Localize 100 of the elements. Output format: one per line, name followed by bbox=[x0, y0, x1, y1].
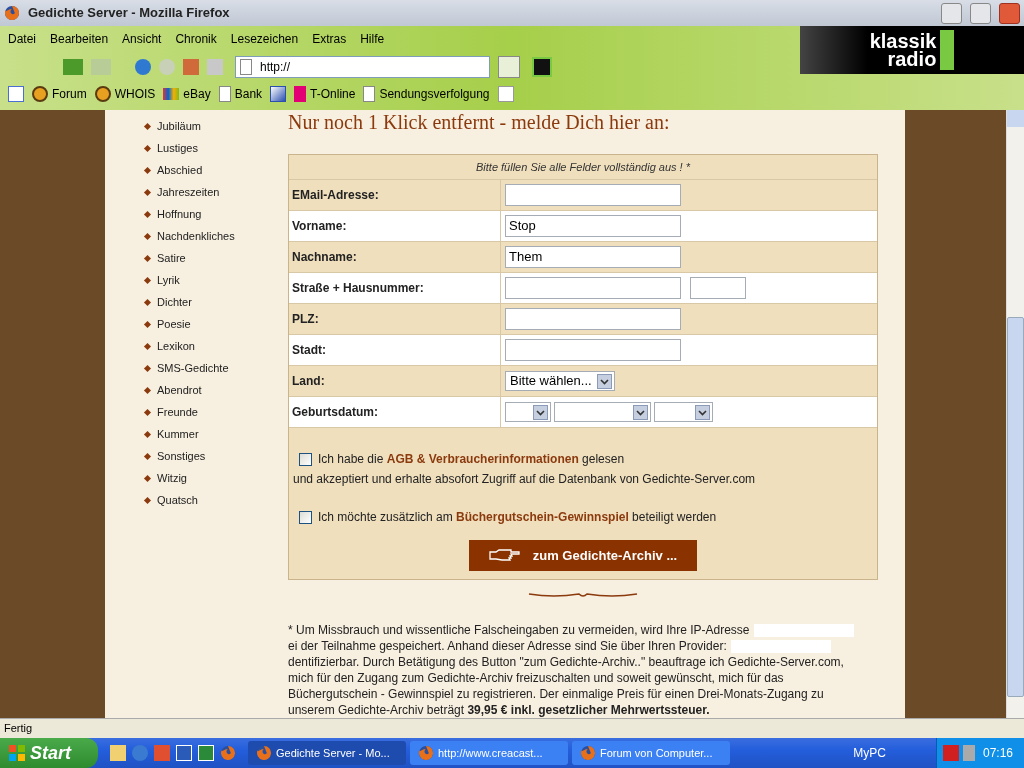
sidebar-link[interactable]: Lyrik bbox=[157, 272, 180, 289]
go-button[interactable] bbox=[498, 56, 520, 78]
brand-text: klassik bbox=[869, 32, 937, 50]
bullet-icon bbox=[143, 188, 152, 197]
sidebar-link[interactable]: Dichter bbox=[157, 294, 192, 311]
sidebar-link[interactable]: Abschied bbox=[157, 162, 203, 179]
input-field[interactable] bbox=[505, 184, 681, 206]
input-field[interactable] bbox=[505, 308, 681, 330]
sidebar-link[interactable]: Quatsch bbox=[157, 492, 198, 509]
menu-item[interactable]: Lesezeichen bbox=[230, 30, 299, 48]
caret-icon bbox=[597, 373, 612, 389]
firefox-icon bbox=[580, 745, 596, 761]
minimize-button[interactable] bbox=[941, 2, 962, 24]
bullet-icon bbox=[143, 232, 152, 241]
bookmark-link[interactable]: Forum bbox=[52, 85, 87, 103]
close-button[interactable] bbox=[999, 2, 1020, 24]
maximize-button[interactable] bbox=[970, 2, 991, 24]
bookmark-link[interactable]: eBay bbox=[183, 85, 211, 103]
scrollbar-thumb[interactable] bbox=[1007, 317, 1024, 697]
field-label: Geburtsdatum: bbox=[292, 404, 378, 421]
sidebar-link[interactable]: Poesie bbox=[157, 316, 191, 333]
menu-item[interactable]: Extras bbox=[312, 30, 347, 48]
sidebar-link[interactable]: Witzig bbox=[157, 470, 187, 487]
menu-item[interactable]: Datei bbox=[8, 30, 36, 48]
sidebar-link[interactable]: Jahreszeiten bbox=[157, 184, 220, 201]
caret-icon bbox=[633, 404, 648, 420]
menu-item[interactable]: Chronik bbox=[175, 30, 217, 48]
field-label: Land: bbox=[292, 373, 325, 390]
bullet-icon bbox=[143, 386, 152, 395]
consent-text: und akzeptiert und erhalte absofort Zugriff auf die Datenbank von Gedichte-Server.com bbox=[293, 471, 757, 488]
bullet-icon bbox=[143, 320, 152, 329]
bullet-icon bbox=[143, 144, 152, 153]
start-button[interactable]: Start bbox=[0, 738, 98, 768]
input-field[interactable]: Them bbox=[505, 246, 681, 268]
bullet-icon bbox=[143, 122, 152, 131]
field-label: Vorname: bbox=[292, 218, 347, 235]
sidebar-link[interactable]: Kummer bbox=[157, 426, 199, 443]
dropdown[interactable] bbox=[505, 402, 551, 422]
bookmark-link[interactable]: Sendungsverfolgung bbox=[379, 85, 490, 103]
status-text: Fertig bbox=[4, 721, 33, 737]
brand-text: radio bbox=[887, 50, 937, 68]
firefox-icon bbox=[220, 745, 236, 761]
bullet-icon bbox=[143, 210, 152, 219]
brand-mark-icon bbox=[940, 30, 955, 70]
caret-icon bbox=[695, 404, 710, 420]
sidebar-link[interactable]: Hoffnung bbox=[157, 206, 202, 223]
input-field[interactable]: Stop bbox=[505, 215, 681, 237]
bookmark-link[interactable]: WHOIS bbox=[114, 85, 156, 103]
menu-item[interactable]: Hilfe bbox=[360, 30, 385, 48]
dropdown[interactable] bbox=[654, 402, 713, 422]
bullet-icon bbox=[143, 342, 152, 351]
page-icon bbox=[363, 86, 376, 102]
menu-item[interactable]: Bearbeiten bbox=[50, 30, 109, 48]
sidebar-link[interactable]: Nachdenkliches bbox=[157, 228, 235, 245]
address-field[interactable]: http:// bbox=[235, 56, 490, 78]
notice-paragraph: * Um Missbrauch und wissentliche Falscheingaben zu vermeiden, wird Ihre IP-Adresse ei der Teilnahme gespeichert. Anhand dieser Adresse sind Sie über Ihren Provider: dentifizierbar. Durch Betätigung des Button "zum Gedichte-Archiv.." beauftrage ich Gedichte-Server.com, mich für den Zugang zum Gedichte-Archiv freizuschalten und soweit gewünscht, mich für das Büchergutschein - Gewinnspiel zu registrieren. Der einmalige Preis für einen Drei-Monats-Zugang zu unserem Gedichte-Archiv beträgt 39,95 € inkl. gesetzlicher Mehrwertssteuer. bbox=[288, 622, 878, 718]
bullet-icon bbox=[143, 408, 152, 417]
bullet-icon bbox=[143, 496, 152, 505]
sidebar-link[interactable]: SMS-Gedichte bbox=[157, 360, 229, 377]
input-field[interactable] bbox=[505, 339, 681, 361]
field-label: Stadt: bbox=[292, 342, 326, 359]
consent-text: Ich habe die AGB & Verbraucherinformationen gelesen bbox=[318, 451, 625, 468]
page-heading: Nur noch 1 Klick entfernt - melde Dich hier an: bbox=[288, 110, 671, 135]
taskbar-button[interactable]: Gedichte Server - Mo... bbox=[248, 741, 406, 765]
firefox-icon bbox=[4, 5, 20, 21]
toolbar-label: MyPC bbox=[853, 745, 886, 762]
bullet-icon bbox=[143, 298, 152, 307]
input-field[interactable] bbox=[505, 277, 681, 299]
sidebar-link[interactable]: Satire bbox=[157, 250, 186, 267]
archive-button[interactable]: zum Gedichte-Archiv ... bbox=[468, 540, 698, 571]
windows-logo-icon bbox=[8, 744, 26, 762]
window-title: Gedichte Server - Mozilla Firefox bbox=[28, 4, 231, 23]
bullet-icon bbox=[143, 364, 152, 373]
taskbar-button[interactable]: http://www.creacast... bbox=[410, 741, 568, 765]
field-label: PLZ: bbox=[292, 311, 319, 328]
page-icon bbox=[218, 86, 231, 102]
sidebar-link[interactable]: Abendrot bbox=[157, 382, 202, 399]
sidebar-link[interactable]: Sonstiges bbox=[157, 448, 206, 465]
bookmark-link[interactable]: Bank bbox=[234, 85, 263, 103]
firefox-icon bbox=[256, 745, 272, 761]
bullet-icon bbox=[143, 452, 152, 461]
sidebar-link[interactable]: Lustiges bbox=[157, 140, 198, 157]
input-field[interactable] bbox=[690, 277, 746, 299]
checkbox[interactable] bbox=[299, 510, 312, 524]
dropdown[interactable]: Bitte wählen... bbox=[505, 371, 615, 391]
consent-text: Ich möchte zusätzlich am Büchergutschein-Gewinnspiel beteiligt werden bbox=[318, 509, 717, 526]
dropdown[interactable] bbox=[554, 402, 651, 422]
sidebar-link[interactable]: Jubiläum bbox=[157, 118, 202, 135]
taskbar-button[interactable]: Forum von Computer... bbox=[572, 741, 730, 765]
sidebar-link[interactable]: Lexikon bbox=[157, 338, 195, 355]
pointing-hand-icon bbox=[488, 548, 521, 563]
bookmark-link[interactable]: T-Online bbox=[310, 85, 356, 103]
firefox-icon bbox=[418, 745, 434, 761]
checkbox[interactable] bbox=[299, 452, 312, 466]
clock: 07:16 bbox=[983, 745, 1014, 762]
bullet-icon bbox=[143, 254, 152, 263]
bullet-icon bbox=[143, 276, 152, 285]
sidebar-link[interactable]: Freunde bbox=[157, 404, 198, 421]
menu-item[interactable]: Ansicht bbox=[122, 30, 162, 48]
field-label: EMail-Adresse: bbox=[292, 187, 379, 204]
